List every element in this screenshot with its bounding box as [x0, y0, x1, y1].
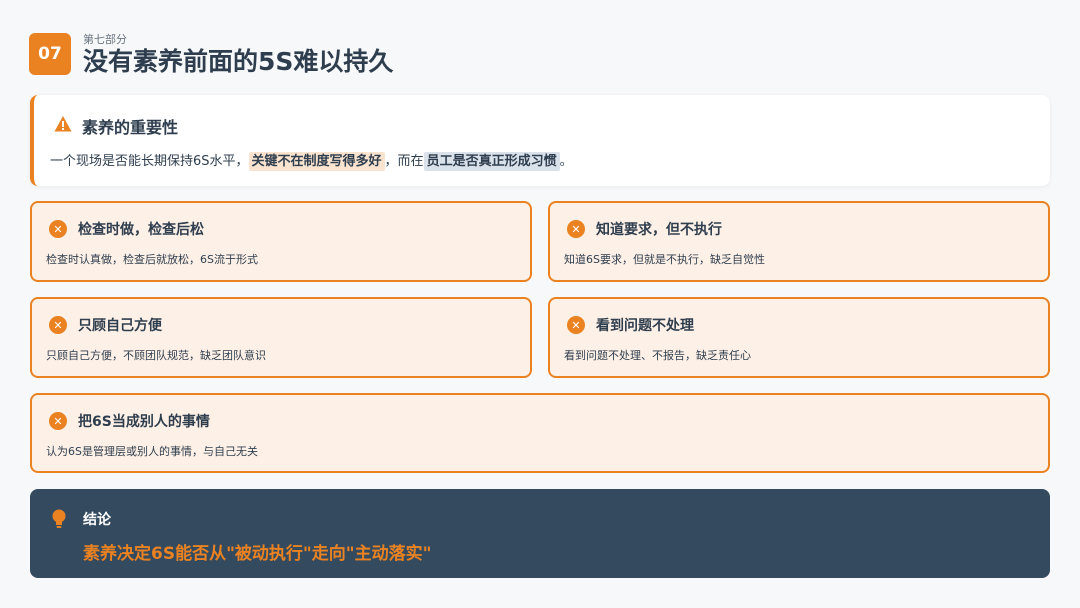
problem-card-4: ✕ 看到问题不处理 看到问题不处理、不报告，缺乏责任心 — [548, 297, 1050, 378]
intro-text: 一个现场是否能长期保持6S水平， 关键不在制度写得多好 ，而在 员工是否真正形成习惯。 — [50, 150, 573, 171]
intro-panel: 素养的重要性 一个现场是否能长期保持6S水平， 关键不在制度写得多好 ，而在 员工是否… — [30, 95, 1050, 186]
x-circle-icon: ✕ — [49, 316, 67, 334]
card-title: 知道要求，但不执行 — [596, 222, 722, 238]
warning-triangle-icon — [54, 116, 72, 132]
problem-card-2: ✕ 知道要求，但不执行 知道6S要求，但就是不执行，缺乏自觉性 — [548, 201, 1050, 282]
card-title: 看到问题不处理 — [596, 318, 694, 334]
card-desc: 知道6S要求，但就是不执行，缺乏自觉性 — [564, 253, 765, 266]
section-number-badge: 07 — [29, 33, 71, 75]
intro-highlight-habit: 员工是否真正形成习惯 — [423, 152, 560, 171]
card-title: 把6S当成别人的事情 — [78, 414, 210, 430]
problem-card-1: ✕ 检查时做，检查后松 检查时认真做，检查后就放松，6S流于形式 — [30, 201, 532, 282]
x-circle-icon: ✕ — [567, 316, 585, 334]
card-desc: 认为6S是管理层或别人的事情，与自己无关 — [46, 445, 258, 458]
conclusion-text: 素养决定6S能否从"被动执行"走向"主动落实" — [83, 544, 432, 564]
conclusion-title: 结论 — [83, 512, 111, 528]
card-desc: 检查时认真做，检查后就放松，6S流于形式 — [46, 253, 258, 266]
problem-card-5: ✕ 把6S当成别人的事情 认为6S是管理层或别人的事情，与自己无关 — [30, 393, 1050, 473]
card-desc: 看到问题不处理、不报告，缺乏责任心 — [564, 349, 751, 362]
card-title: 检查时做，检查后松 — [78, 222, 204, 238]
intro-text-middle: ，而在 — [384, 154, 424, 169]
x-circle-icon: ✕ — [49, 220, 67, 238]
card-title: 只顾自己方便 — [78, 318, 162, 334]
intro-text-before: 一个现场是否能长期保持6S水平， — [50, 154, 249, 169]
page-title: 没有素养前面的5S难以持久 — [83, 47, 394, 76]
x-circle-icon: ✕ — [49, 412, 67, 430]
intro-title: 素养的重要性 — [82, 118, 179, 137]
problem-card-3: ✕ 只顾自己方便 只顾自己方便，不顾团队规范，缺乏团队意识 — [30, 297, 532, 378]
conclusion-panel: 结论 素养决定6S能否从"被动执行"走向"主动落实" — [30, 489, 1050, 578]
card-desc: 只顾自己方便，不顾团队规范，缺乏团队意识 — [46, 349, 266, 362]
x-circle-icon: ✕ — [567, 220, 585, 238]
lightbulb-icon — [52, 509, 66, 528]
intro-text-after: 。 — [559, 154, 573, 169]
intro-highlight-key: 关键不在制度写得多好 — [248, 152, 385, 171]
